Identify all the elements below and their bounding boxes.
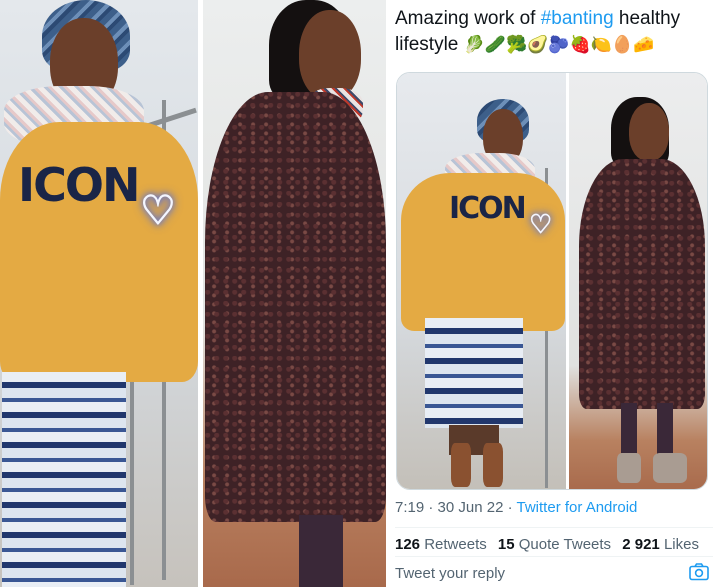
- dot-separator: ·: [428, 499, 438, 516]
- glowing-heart: ♡: [140, 189, 176, 233]
- divider: [395, 556, 713, 557]
- patterned-skirt: [425, 318, 523, 428]
- sweater-logo: ICON: [18, 158, 140, 212]
- collage-divider: [386, 0, 391, 587]
- legs: [299, 515, 343, 587]
- tweet-source-link[interactable]: Twitter for Android: [517, 499, 638, 516]
- hashtag-link[interactable]: #banting: [541, 8, 614, 29]
- divider: [395, 527, 713, 528]
- tweet-date[interactable]: 30 Jun 22: [438, 499, 504, 516]
- brown-coat: [579, 159, 705, 409]
- camera-icon[interactable]: [689, 563, 709, 581]
- sweater-logo: ICON: [449, 191, 527, 226]
- media-photo-sweater[interactable]: ICON ♡: [397, 73, 566, 489]
- boot-right: [653, 453, 687, 483]
- tweet-stats: 126 Retweets 15 Quote Tweets 2 921 Likes: [395, 536, 706, 553]
- dot-separator: ·: [507, 499, 517, 516]
- face: [299, 10, 361, 100]
- likes-stat[interactable]: 2 921 Likes: [622, 536, 699, 553]
- tweet-text: Amazing work of #banting healthy lifesty…: [395, 6, 715, 58]
- brown-coat: [205, 92, 386, 522]
- boot-right: [483, 443, 503, 487]
- emoji-list: 🥬🥒🥦🥑🫐🍓🍋🥚🧀: [463, 35, 655, 54]
- boot-left: [451, 443, 471, 487]
- tweet-timestamp: 7:19 · 30 Jun 22 · Twitter for Android: [395, 499, 637, 516]
- media-photo-coat[interactable]: [569, 73, 707, 489]
- tweet-text-prefix: Amazing work of: [395, 8, 541, 29]
- glowing-heart: ♡: [529, 209, 553, 239]
- retweets-stat[interactable]: 126 Retweets: [395, 536, 487, 553]
- patterned-skirt: [2, 372, 126, 587]
- tweet-time[interactable]: 7:19: [395, 499, 424, 516]
- tweet-media[interactable]: ICON ♡: [396, 72, 708, 490]
- boot-left: [617, 453, 641, 483]
- reply-input[interactable]: Tweet your reply: [395, 565, 713, 582]
- face: [629, 103, 669, 161]
- photo-coat-outfit: [203, 0, 386, 587]
- quote-tweets-stat[interactable]: 15 Quote Tweets: [498, 536, 611, 553]
- photo-sweater-outfit: ICON ♡: [0, 0, 198, 587]
